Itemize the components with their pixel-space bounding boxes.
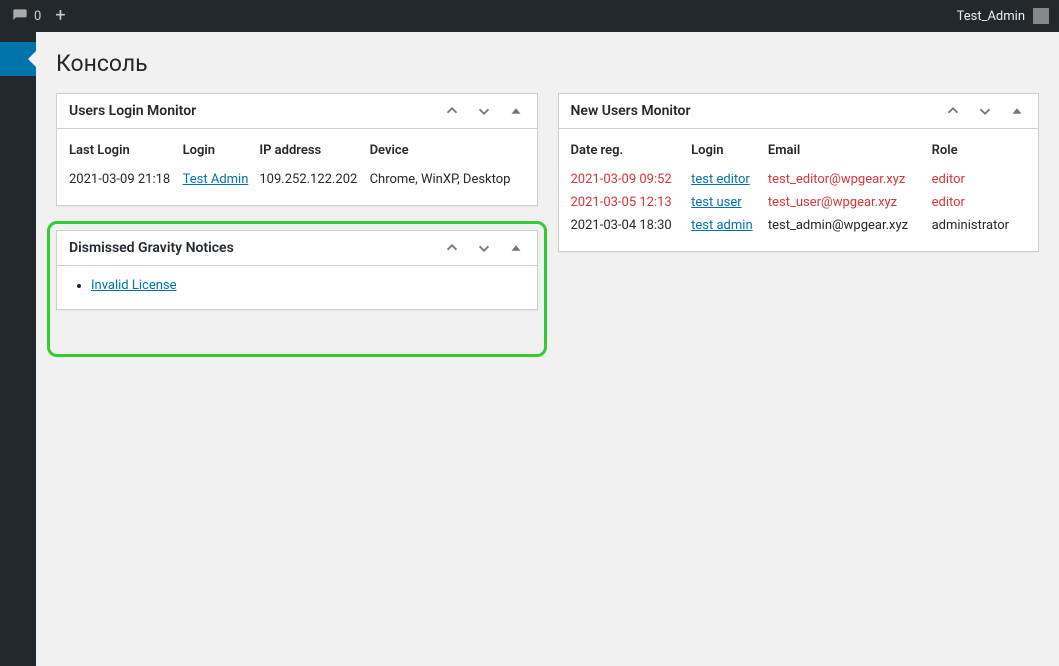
admin-bar-right[interactable]: Test_Admin: [957, 8, 1059, 24]
dashboard-columns: Users Login Monitor Last Login: [56, 93, 1039, 357]
dashboard-col-left: Users Login Monitor Last Login: [56, 93, 538, 357]
cell-date-reg: 2021-03-09 09:52: [571, 168, 692, 191]
chevron-up-icon: [443, 239, 461, 257]
move-up-button[interactable]: [443, 239, 461, 257]
widget-dismissed-gravity-notices: Dismissed Gravity Notices Invalid Licens…: [56, 230, 538, 310]
comment-count: 0: [34, 9, 41, 24]
cell-email: test_user@wpgear.xyz: [768, 191, 932, 214]
chevron-down-icon: [475, 102, 493, 120]
widget-header: New Users Monitor: [559, 94, 1039, 129]
cell-role: editor: [932, 191, 1026, 214]
widget-title: Users Login Monitor: [69, 103, 196, 119]
cell-login: test editor: [691, 168, 768, 191]
widget-handle-actions: [944, 102, 1026, 120]
widget-header: Users Login Monitor: [57, 94, 537, 129]
cell-last-login: 2021-03-09 21:18: [69, 168, 183, 191]
widget-handle-actions: [443, 239, 525, 257]
admin-bar-left: 0 +: [12, 7, 66, 25]
notice-link[interactable]: Invalid License: [91, 278, 177, 293]
list-item: Invalid License: [91, 276, 525, 295]
new-content-button[interactable]: +: [55, 7, 65, 25]
widget-users-login-monitor: Users Login Monitor Last Login: [56, 93, 538, 206]
admin-bar: 0 + Test_Admin: [0, 0, 1059, 32]
admin-sidebar: [0, 32, 36, 666]
col-login: Login: [691, 139, 768, 168]
comments-indicator[interactable]: 0: [12, 8, 41, 24]
cell-ip: 109.252.122.202: [259, 168, 369, 191]
cell-role: editor: [932, 168, 1026, 191]
col-date-reg: Date reg.: [571, 139, 692, 168]
table-row: 2021-03-09 09:52 test editor test_editor…: [571, 168, 1027, 191]
highlight-annotation: Dismissed Gravity Notices Invalid Licens…: [47, 221, 547, 357]
col-last-login: Last Login: [69, 139, 183, 168]
move-down-button[interactable]: [475, 102, 493, 120]
caret-up-icon: [1008, 102, 1026, 120]
sidebar-active-indicator[interactable]: [0, 42, 36, 76]
page-title: Консоль: [56, 50, 1039, 77]
col-login: Login: [183, 139, 260, 168]
plus-icon: +: [55, 7, 65, 25]
users-login-table: Last Login Login IP address Device 2021-…: [69, 139, 525, 191]
table-header-row: Date reg. Login Email Role: [571, 139, 1027, 168]
current-user-label: Test_Admin: [957, 9, 1025, 24]
user-link[interactable]: test user: [691, 195, 742, 210]
comment-icon: [12, 8, 28, 24]
move-up-button[interactable]: [443, 102, 461, 120]
widget-new-users-monitor: New Users Monitor Date reg.: [558, 93, 1040, 252]
table-header-row: Last Login Login IP address Device: [69, 139, 525, 168]
chevron-down-icon: [976, 102, 994, 120]
cell-device: Chrome, WinXP, Desktop: [370, 168, 525, 191]
cell-date-reg: 2021-03-05 12:13: [571, 191, 692, 214]
col-ip: IP address: [259, 139, 369, 168]
caret-up-icon: [507, 239, 525, 257]
layout: Консоль Users Login Monitor: [0, 32, 1059, 666]
table-row: 2021-03-04 18:30 test admin test_admin@w…: [571, 214, 1027, 237]
cell-login: Test Admin: [183, 168, 260, 191]
col-email: Email: [768, 139, 932, 168]
user-link[interactable]: test editor: [691, 172, 750, 187]
caret-up-icon: [507, 102, 525, 120]
widget-body: Last Login Login IP address Device 2021-…: [57, 129, 537, 205]
chevron-up-icon: [944, 102, 962, 120]
widget-header: Dismissed Gravity Notices: [57, 231, 537, 266]
toggle-button[interactable]: [507, 239, 525, 257]
new-users-table: Date reg. Login Email Role 2021-03-09 09…: [571, 139, 1027, 237]
chevron-up-icon: [443, 102, 461, 120]
avatar: [1033, 8, 1049, 24]
cell-email: test_editor@wpgear.xyz: [768, 168, 932, 191]
move-down-button[interactable]: [976, 102, 994, 120]
table-row: 2021-03-09 21:18 Test Admin 109.252.122.…: [69, 168, 525, 191]
cell-role: administrator: [932, 214, 1026, 237]
user-link[interactable]: test admin: [691, 218, 752, 233]
widget-body: Date reg. Login Email Role 2021-03-09 09…: [559, 129, 1039, 251]
widget-title: Dismissed Gravity Notices: [69, 240, 234, 256]
cell-login: test user: [691, 191, 768, 214]
cell-email: test_admin@wpgear.xyz: [768, 214, 932, 237]
col-role: Role: [932, 139, 1026, 168]
toggle-button[interactable]: [1008, 102, 1026, 120]
chevron-down-icon: [475, 239, 493, 257]
move-up-button[interactable]: [944, 102, 962, 120]
notice-list: Invalid License: [69, 276, 525, 295]
cell-login: test admin: [691, 214, 768, 237]
widget-title: New Users Monitor: [571, 103, 691, 119]
widget-handle-actions: [443, 102, 525, 120]
cell-date-reg: 2021-03-04 18:30: [571, 214, 692, 237]
content-area: Консоль Users Login Monitor: [36, 32, 1059, 666]
col-device: Device: [370, 139, 525, 168]
user-link[interactable]: Test Admin: [183, 172, 249, 187]
table-row: 2021-03-05 12:13 test user test_user@wpg…: [571, 191, 1027, 214]
move-down-button[interactable]: [475, 239, 493, 257]
dashboard-col-right: New Users Monitor Date reg.: [558, 93, 1040, 252]
toggle-button[interactable]: [507, 102, 525, 120]
widget-body: Invalid License: [57, 266, 537, 309]
